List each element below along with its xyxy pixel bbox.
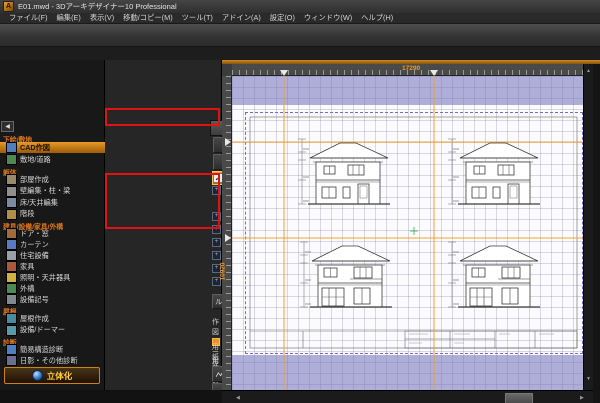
menu-tools[interactable]: ツール(T) — [182, 13, 213, 23]
elevation-south — [300, 242, 392, 307]
sidebar-item-roof[interactable]: 屋根作成 — [0, 313, 105, 324]
elevation-west — [448, 139, 540, 204]
sidebar-item-housing-equipment[interactable]: 住宅設備 — [0, 250, 105, 261]
vertical-ruler-ticks — [226, 76, 231, 390]
guide-lines[interactable] — [232, 76, 583, 390]
title-bar: A E01.mwd - 3Dアーキデザイナー10 Professional — [0, 0, 600, 13]
tree-collapse-icon[interactable]: + — [212, 186, 221, 195]
shadow-diagnosis-icon — [6, 355, 17, 366]
scroll-left-icon[interactable]: ◀ — [236, 395, 240, 401]
elevation-drawings — [232, 76, 583, 390]
elevation-north — [448, 242, 540, 307]
horizontal-ruler[interactable]: 17290 — [232, 64, 583, 76]
sidebar-item-structure-diagnosis[interactable]: 簡易構造診断 — [0, 344, 105, 355]
floor-tab-bar: ? 使い方ガイド 地下1階 1階 2階 3階 4階 — [0, 47, 600, 60]
app-window: A E01.mwd - 3Dアーキデザイナー10 Professional ファ… — [0, 0, 600, 403]
app-logo-icon: A — [3, 1, 14, 12]
sidebar-item-curtain[interactable]: カーテン — [0, 239, 105, 250]
dormer-icon — [6, 325, 17, 336]
sidebar-item-site-road[interactable]: 敷地/道路 — [0, 154, 105, 165]
vertical-ruler[interactable]: 10920 — [222, 76, 232, 390]
menu-move-copy[interactable]: 移動/コピー(M) — [123, 13, 172, 23]
sidebar-item-dormer[interactable]: 設備/ドーマー — [0, 325, 105, 336]
site-road-icon — [6, 154, 17, 165]
menu-file[interactable]: ファイル(F) — [9, 13, 48, 23]
sidebar-item-wall-column[interactable]: 壁編集・柱・梁 — [0, 186, 105, 197]
roof-icon — [6, 313, 17, 324]
horizontal-distance-value: 17290 — [402, 65, 420, 72]
sidebar-collapse-button[interactable]: ◀ — [1, 121, 14, 132]
sidebar-item-exterior[interactable]: 外構 — [0, 283, 105, 294]
window-title: E01.mwd - 3Dアーキデザイナー10 Professional — [18, 1, 177, 12]
room-icon — [6, 174, 17, 185]
sidebar-item-floor-ceiling[interactable]: 床/天井編集 — [0, 197, 105, 208]
stairs-icon — [6, 209, 17, 220]
tree-expand-icon[interactable]: + — [212, 251, 221, 260]
drawing-frame — [250, 117, 577, 348]
menu-settings[interactable]: 設定(O) — [270, 13, 295, 23]
main-toolbar: ← メインメニューへ — [0, 24, 600, 47]
menu-addin[interactable]: アドイン(A) — [222, 13, 261, 23]
sidebar-item-room[interactable]: 部屋作成 — [0, 174, 105, 185]
scroll-down-icon[interactable]: ▼ — [586, 376, 591, 382]
title-block — [405, 331, 577, 348]
menu-view[interactable]: 表示(V) — [90, 13, 114, 23]
window-bottom-edge — [0, 390, 222, 403]
sidebar-item-cad-draw[interactable]: CAD作図 — [0, 142, 105, 153]
door-window-icon — [6, 228, 17, 239]
horizontal-scroll-thumb[interactable] — [505, 393, 533, 403]
sidebar-item-lighting[interactable]: 照明・天井器具 — [0, 272, 105, 283]
menu-help[interactable]: ヘルプ(H) — [361, 13, 393, 23]
tree-expand-icon[interactable]: + — [212, 212, 221, 221]
drawing-canvas[interactable] — [232, 76, 583, 390]
scroll-up-icon[interactable]: ▲ — [586, 68, 591, 74]
sidebar-item-shadow-diagnosis[interactable]: 日影・その他診断 — [0, 355, 105, 366]
floor-ceiling-icon — [6, 197, 17, 208]
menu-window[interactable]: ウィンドウ(W) — [304, 13, 352, 23]
sidebar-item-equipment-symbol[interactable]: 設備記号 — [0, 294, 105, 305]
tree-expand-icon[interactable]: + — [212, 225, 221, 234]
horizontal-scrollbar[interactable]: ◀ ▶ — [222, 390, 593, 403]
housing-equipment-icon — [6, 250, 17, 261]
equipment-symbol-icon — [6, 294, 17, 305]
menu-bar: ファイル(F) 編集(E) 表示(V) 移動/コピー(M) ツール(T) アドイ… — [0, 13, 600, 24]
scroll-right-icon[interactable]: ▶ — [580, 395, 584, 401]
sidebar: ◀ 下絵/敷地 CAD作図 敷地/道路 躯体 部屋作成 壁編集・柱・梁 床/天井… — [0, 60, 105, 403]
ruler-marker-bottom[interactable] — [225, 234, 231, 242]
vertical-distance-value: 10920 — [220, 262, 227, 280]
cad-panel: CAD作図 下絵読込 CADデータ入力 位置補正 寸法補正 ✓ 図面枠 ↖ + … — [105, 60, 222, 403]
menu-edit[interactable]: 編集(E) — [57, 13, 81, 23]
sidebar-item-furniture[interactable]: 家具 — [0, 261, 105, 272]
cad-draw-icon — [6, 142, 17, 153]
structure-diagnosis-icon — [6, 344, 17, 355]
solidify-3d-button[interactable]: 立体化 — [4, 367, 100, 384]
wall-column-icon — [6, 186, 17, 197]
globe-icon — [32, 370, 43, 381]
curtain-icon — [6, 239, 17, 250]
vertical-scrollbar[interactable]: ▲ ▼ — [583, 64, 593, 390]
exterior-icon — [6, 283, 17, 294]
sidebar-item-stairs[interactable]: 階段 — [0, 209, 105, 220]
tree-expand-icon[interactable]: + — [212, 238, 221, 247]
lighting-icon — [6, 272, 17, 283]
page-center-marker — [410, 227, 418, 235]
window-right-edge — [593, 64, 600, 403]
sidebar-item-door-window[interactable]: ドア・窓 — [0, 228, 105, 239]
ruler-marker-top[interactable] — [225, 138, 231, 146]
ruler-corner — [222, 64, 232, 76]
elevation-east — [298, 139, 390, 204]
furniture-icon — [6, 261, 17, 272]
